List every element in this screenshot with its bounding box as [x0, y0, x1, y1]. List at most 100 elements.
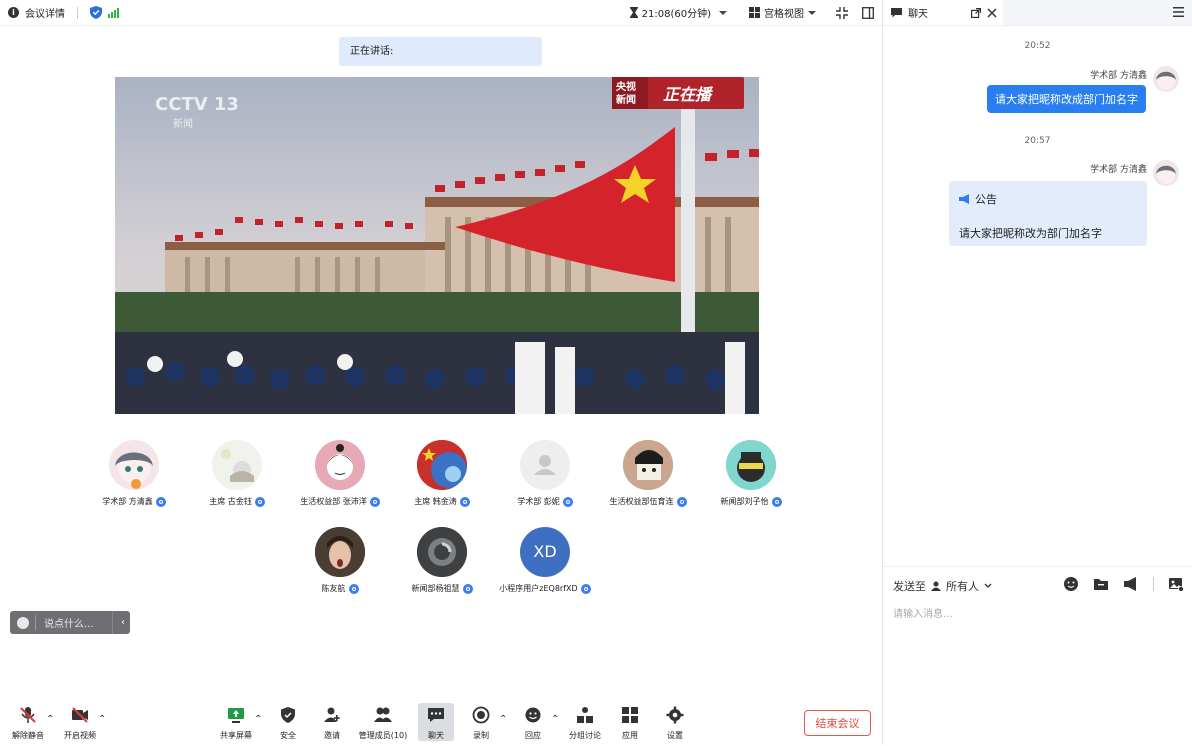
shield-icon[interactable] [90, 6, 102, 19]
settings-button[interactable]: 设置 [653, 706, 697, 741]
smile-icon [17, 616, 29, 629]
speaking-indicator: 正在讲话: [339, 37, 542, 66]
chevron-up-icon[interactable]: ⌃ [98, 714, 106, 725]
chat-icon [428, 708, 444, 722]
overlay-live-text: 正在播 [663, 85, 714, 104]
avatar [417, 527, 467, 577]
send-to-value: 所有人 [946, 580, 979, 593]
react-button[interactable]: 回应 [511, 706, 555, 741]
avatar [520, 440, 570, 490]
apps-label: 应用 [622, 731, 638, 740]
announcement-card[interactable]: 公告 请大家把昵称改为部门加名字 [949, 181, 1147, 246]
quick-comment-placeholder: 说点什么... [44, 619, 94, 630]
chat-button[interactable]: 聊天 [418, 703, 454, 741]
invite-user-icon [324, 707, 340, 722]
chevron-up-icon[interactable]: ⌃ [254, 714, 262, 725]
chevron-up-icon[interactable]: ⌃ [551, 714, 559, 725]
shared-video[interactable]: CCTV 13 新闻 央视 新闻 正在播 [115, 77, 759, 414]
avatar[interactable] [1153, 160, 1179, 186]
image-settings-icon[interactable] [1168, 576, 1184, 592]
menu-icon[interactable] [1173, 7, 1184, 17]
chat-input-area: 发送至 所有人 请输入消息... [883, 566, 1192, 746]
invite-label: 邀请 [324, 731, 340, 740]
close-icon[interactable] [987, 7, 997, 18]
megaphone-icon [959, 194, 969, 204]
security-button[interactable]: 安全 [266, 706, 310, 741]
chevron-down-icon [984, 583, 992, 588]
share-screen-button[interactable]: 共享屏幕 [214, 706, 258, 741]
view-mode-label: 宫格视图 [764, 9, 804, 20]
message-timestamp: 20:57 [1024, 136, 1051, 146]
channel-sub: 新闻 [173, 117, 193, 130]
announcement-title: 公告 [975, 193, 997, 206]
mute-label: 解除静音 [12, 731, 44, 740]
user-icon [931, 581, 941, 591]
participant-tile[interactable]: XD 小程序用户zEQ8rfXD [470, 527, 620, 594]
quick-comment-box[interactable]: 说点什么... ‹ [10, 611, 130, 634]
emoji-icon[interactable] [1063, 576, 1079, 592]
chat-toolbar [1063, 576, 1184, 592]
avatar [623, 440, 673, 490]
message-sender: 学术部 方清鑫 [1090, 71, 1147, 81]
apps-button[interactable]: 应用 [608, 706, 652, 741]
message-bubble[interactable]: 请大家把昵称改成部门加名字 [987, 85, 1146, 113]
verified-icon [771, 496, 782, 507]
chevron-up-icon[interactable]: ⌃ [499, 714, 507, 725]
file-icon[interactable] [1093, 576, 1109, 592]
participant-name: 小程序用户zEQ8rfXD [470, 583, 620, 594]
avatar [109, 440, 159, 490]
send-to-label: 发送至 [893, 580, 926, 593]
avatar [315, 440, 365, 490]
security-shield-icon [281, 707, 295, 723]
avatar[interactable] [1153, 66, 1179, 92]
end-meeting-button[interactable]: 结束会议 [804, 710, 871, 736]
overlay-tag-2: 新闻 [616, 93, 636, 106]
video-frame: CCTV 13 新闻 央视 新闻 正在播 [115, 77, 759, 414]
participant-tile[interactable]: 新闻部刘子怡 [676, 440, 826, 507]
mute-button[interactable]: 解除静音 [6, 706, 50, 741]
security-label: 安全 [280, 731, 296, 740]
overlay-tag-1: 央视 [616, 80, 636, 93]
collapse-chevron-icon[interactable]: ‹ [112, 611, 125, 634]
chevron-up-icon[interactable]: ⌃ [46, 714, 54, 725]
verified-icon [459, 496, 470, 507]
hourglass-icon [629, 7, 638, 18]
chat-bubble-icon [891, 7, 902, 17]
fullscreen-exit-icon[interactable] [836, 6, 848, 19]
megaphone-icon[interactable] [1123, 576, 1139, 592]
verified-icon [562, 496, 573, 507]
manage-members-button[interactable]: 管理成员(10) [357, 706, 409, 741]
chat-label: 聊天 [428, 731, 444, 740]
record-button[interactable]: 录制 [459, 706, 503, 741]
chat-message-input[interactable]: 请输入消息... [893, 605, 953, 620]
grid-view-icon [749, 7, 760, 18]
verified-icon [348, 583, 359, 594]
timer-text: 21:08(60分钟) [641, 9, 711, 20]
divider [35, 615, 36, 630]
signal-strength-icon[interactable] [108, 7, 119, 18]
chat-title: 聊天 [908, 9, 928, 20]
verified-icon [254, 496, 265, 507]
video-button[interactable]: 开启视频 [58, 706, 102, 741]
meeting-timer[interactable]: 21:08(60分钟) [629, 5, 711, 20]
chat-tab[interactable]: 聊天 [883, 0, 1003, 25]
pop-out-icon[interactable] [971, 7, 981, 18]
meeting-details-link[interactable]: 会议详情 [25, 5, 65, 20]
breakout-button[interactable]: 分组讨论 [563, 706, 607, 741]
sidebar-toggle-icon[interactable] [862, 6, 874, 19]
view-mode-selector[interactable]: 宫格视图 [749, 5, 816, 20]
participant-name: 新闻部刘子怡 [676, 496, 826, 507]
record-icon [472, 706, 490, 724]
invite-button[interactable]: 邀请 [310, 706, 354, 741]
chevron-down-icon [808, 10, 816, 15]
chat-header-bar [1003, 0, 1192, 25]
reaction-icon [525, 707, 541, 723]
avatar [315, 527, 365, 577]
record-label: 录制 [473, 731, 489, 740]
video-off-icon [72, 707, 88, 723]
info-icon[interactable]: i [8, 7, 19, 18]
chevron-down-icon[interactable] [719, 10, 727, 15]
channel-logo: CCTV 13 [155, 94, 239, 115]
apps-icon [622, 707, 638, 723]
send-to-selector[interactable]: 发送至 所有人 [893, 578, 992, 594]
